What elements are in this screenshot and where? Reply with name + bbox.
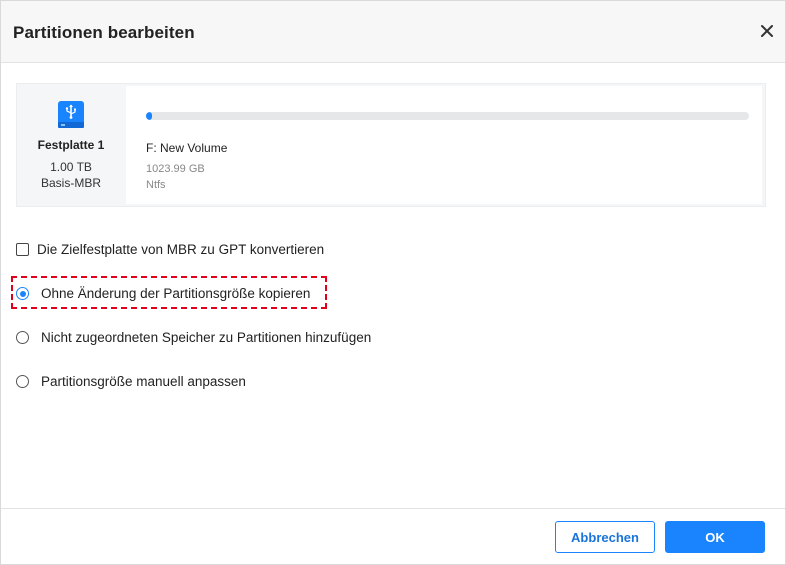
usb-drive-icon (55, 100, 87, 132)
disk-info: Festplatte 1 1.00 TB Basis-MBR (17, 84, 125, 206)
radio-manual-resize[interactable]: Partitionsgröße manuell anpassen (16, 374, 246, 389)
partition-usage-fill (146, 112, 153, 120)
dialog-title: Partitionen bearbeiten (13, 23, 195, 42)
convert-mbr-gpt-label: Die Zielfestplatte von MBR zu GPT konver… (37, 242, 325, 257)
cancel-button[interactable]: Abbrechen (555, 521, 655, 553)
dialog-footer: Abbrechen OK (1, 508, 785, 564)
checkbox-box[interactable] (16, 243, 29, 256)
edit-partitions-dialog: Partitionen bearbeiten Festplatte 1 1.00… (0, 0, 786, 565)
partition-size: 1023.99 GB (146, 163, 205, 175)
radio-add-unallocated[interactable]: Nicht zugeordneten Speicher zu Partition… (16, 330, 371, 345)
partition-label: F: New Volume (146, 141, 228, 155)
close-icon[interactable] (759, 23, 775, 39)
disk-size: 1.00 TB (50, 160, 92, 174)
convert-mbr-gpt-checkbox[interactable]: Die Zielfestplatte von MBR zu GPT konver… (16, 242, 324, 257)
partition-card[interactable]: F: New Volume 1023.99 GB Ntfs (126, 86, 762, 204)
disk-name: Festplatte 1 (37, 138, 105, 152)
radio-copy-without-resize-label: Ohne Änderung der Partitionsgröße kopier… (41, 286, 311, 301)
radio-button-selected[interactable] (16, 287, 29, 300)
disk-panel: Festplatte 1 1.00 TB Basis-MBR F: New Vo… (16, 83, 766, 207)
radio-button[interactable] (16, 331, 29, 344)
radio-copy-without-resize[interactable]: Ohne Änderung der Partitionsgröße kopier… (16, 286, 310, 301)
partition-filesystem: Ntfs (146, 179, 166, 191)
disk-partition-style: Basis-MBR (40, 176, 101, 190)
radio-button[interactable] (16, 375, 29, 388)
ok-button[interactable]: OK (665, 521, 765, 553)
partition-usage-bar (146, 112, 749, 120)
radio-add-unallocated-label: Nicht zugeordneten Speicher zu Partition… (41, 330, 372, 345)
dialog-header: Partitionen bearbeiten (1, 1, 785, 63)
radio-manual-resize-label: Partitionsgröße manuell anpassen (41, 374, 246, 389)
